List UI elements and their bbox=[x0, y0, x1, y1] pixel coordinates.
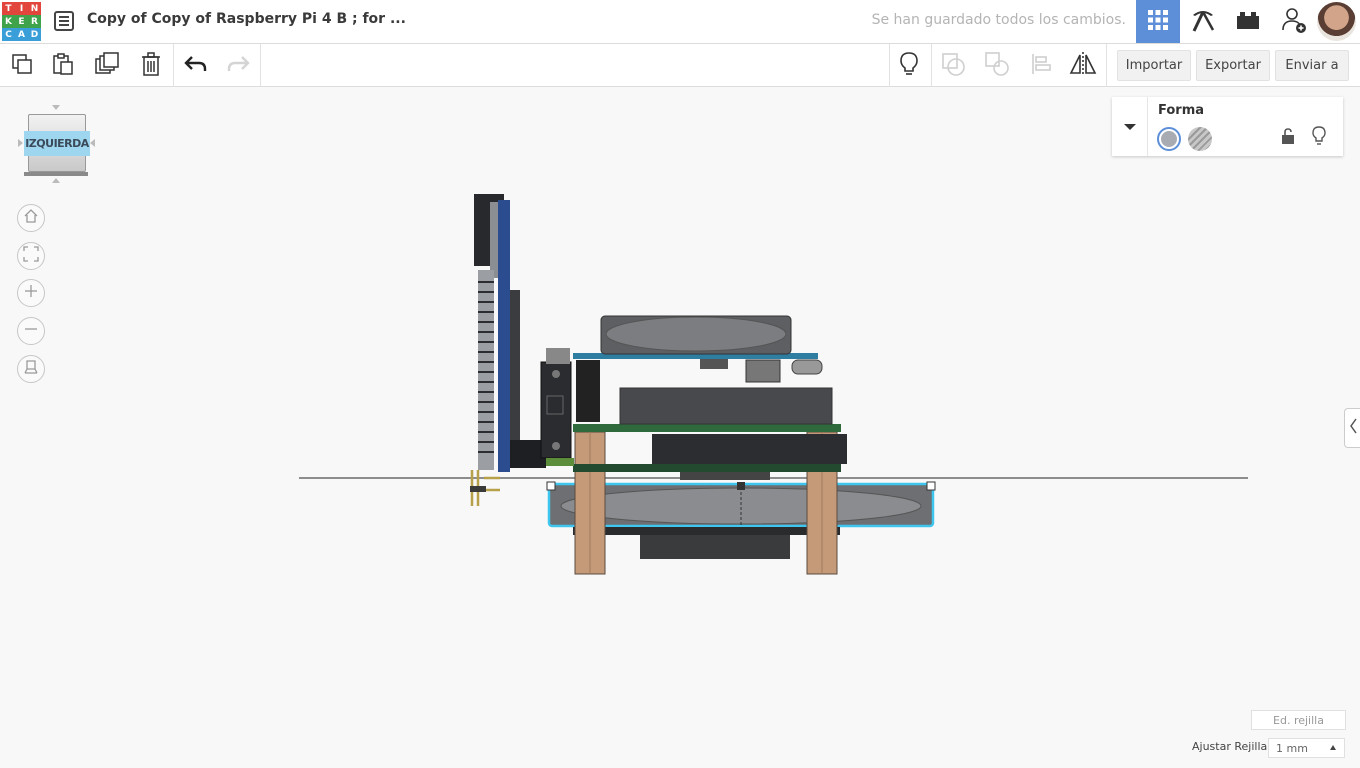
view-cube-face[interactable]: IZQUIERDA bbox=[24, 114, 90, 172]
minus-icon bbox=[23, 321, 39, 341]
home-view-button[interactable] bbox=[17, 204, 45, 232]
edit-grid-button[interactable]: Ed. rejilla bbox=[1251, 710, 1346, 730]
inspector-collapse-button[interactable] bbox=[1112, 97, 1148, 156]
solid-color-button[interactable] bbox=[1157, 127, 1181, 151]
visibility-bulb-icon[interactable] bbox=[1312, 126, 1326, 150]
plus-icon bbox=[23, 283, 39, 303]
zoom-out-button[interactable] bbox=[17, 317, 45, 345]
snap-grid-select[interactable]: 1 mm bbox=[1268, 738, 1345, 758]
chevron-down-icon bbox=[1123, 117, 1137, 136]
view-cube-up-arrow[interactable] bbox=[52, 105, 60, 110]
panel-expand-handle[interactable] bbox=[1344, 408, 1360, 448]
snap-grid-value: 1 mm bbox=[1276, 741, 1308, 755]
perspective-icon bbox=[23, 359, 39, 379]
home-icon bbox=[23, 208, 39, 228]
lock-open-icon[interactable] bbox=[1281, 128, 1295, 148]
shape-inspector: Forma bbox=[1112, 97, 1343, 156]
solid-color-swatch bbox=[1161, 131, 1177, 147]
chevron-left-icon bbox=[1349, 418, 1357, 438]
fit-view-icon bbox=[23, 246, 39, 266]
view-cube-left-arrow[interactable] bbox=[18, 139, 23, 147]
projection-button[interactable] bbox=[17, 355, 45, 383]
view-cube-base bbox=[24, 172, 88, 176]
caret-up-icon bbox=[1330, 745, 1336, 750]
view-cube[interactable]: IZQUIERDA bbox=[24, 114, 90, 176]
view-cube-right-arrow[interactable] bbox=[90, 139, 95, 147]
inspector-title: Forma bbox=[1158, 103, 1205, 118]
snap-grid-label: Ajustar Rejilla bbox=[1192, 740, 1268, 753]
zoom-in-button[interactable] bbox=[17, 279, 45, 307]
hole-button[interactable] bbox=[1188, 127, 1212, 151]
view-cube-face-label: IZQUIERDA bbox=[24, 130, 90, 156]
view-cube-down-arrow[interactable] bbox=[52, 178, 60, 183]
fit-view-button[interactable] bbox=[17, 242, 45, 270]
